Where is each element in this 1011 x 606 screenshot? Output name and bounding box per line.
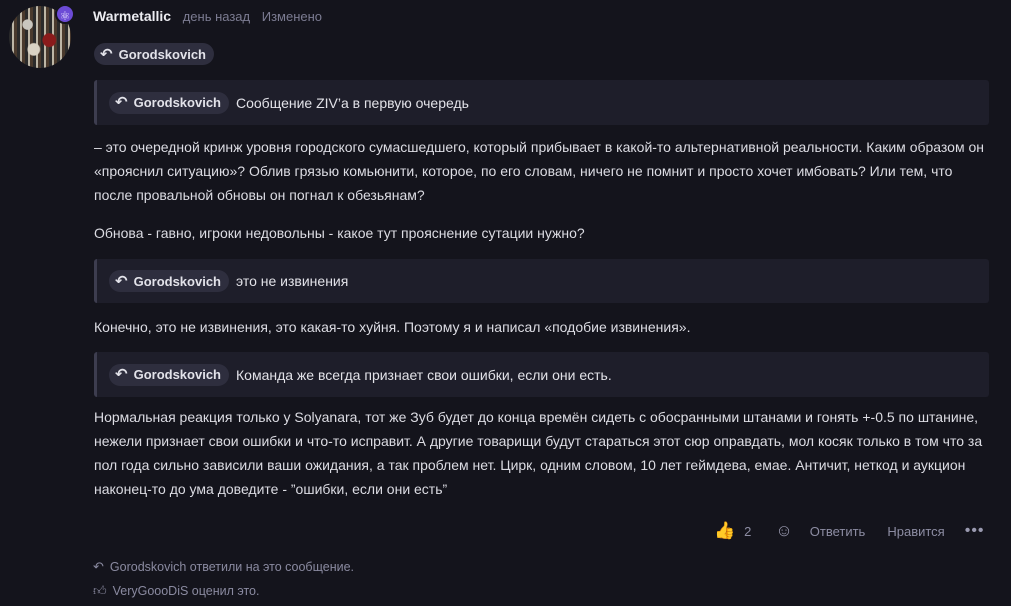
post-time[interactable]: день назад — [183, 9, 250, 24]
replied-notice-text: Gorodskovich ответили на это сообщение. — [109, 560, 354, 574]
post-header: Warmetallic день назад Изменено — [93, 8, 322, 24]
reply-arrow-icon: ↶ — [115, 272, 128, 290]
reply-to-name: Gorodskovich — [118, 46, 206, 62]
quote-block: ↶ Gorodskovich это не извинения — [94, 259, 989, 303]
post-paragraph: – это очередной кринж уровня городского … — [94, 139, 984, 203]
edited-label[interactable]: Изменено — [262, 9, 322, 24]
quote-block: ↶ Gorodskovich Команда же всегда признае… — [94, 352, 989, 397]
reply-arrow-icon: ↶ — [115, 366, 128, 383]
reply-arrow-icon: ↶ — [100, 45, 113, 63]
quote-block: ↶ Gorodskovich Сообщение ZIV’a в первую … — [94, 80, 989, 125]
reply-arrow-icon: ↶ — [115, 94, 128, 111]
quote-author: Gorodskovich — [133, 367, 221, 382]
post-actions: 👍 2 ☺ Ответить Нравится ••• — [714, 518, 985, 544]
reply-arrow-icon: ↶ — [93, 559, 104, 574]
post-paragraph: Нормальная реакция только у Solyanara, т… — [94, 409, 983, 497]
quote-text: Команда же всегда признает свои ошибки, … — [236, 366, 612, 383]
quote-author: Gorodskovich — [133, 95, 221, 110]
quote-author-chip[interactable]: ↶ Gorodskovich — [109, 363, 229, 386]
forum-post: ⚛ Warmetallic день назад Изменено ↶ Goro… — [0, 0, 1011, 606]
thumbs-up-outline-icon: 👍︎ — [93, 583, 107, 598]
atom-icon: ⚛ — [55, 4, 75, 24]
quote-author: Gorodskovich — [133, 273, 221, 289]
liked-notice-text: VeryGoooDiS оценил это. — [112, 584, 260, 598]
add-reaction-icon[interactable]: ☺ — [775, 521, 792, 541]
replied-notice[interactable]: ↶ Gorodskovich ответили на это сообщение… — [93, 559, 354, 575]
liked-notice[interactable]: 👍︎ VeryGoooDiS оценил это. — [93, 583, 260, 599]
post-paragraph: Обнова - гавно, игроки недовольны - како… — [94, 225, 585, 241]
reply-to-chip[interactable]: ↶ Gorodskovich — [94, 43, 214, 65]
quote-text: Сообщение ZIV’a в первую очередь — [236, 94, 469, 111]
like-button[interactable]: Нравится — [887, 524, 944, 539]
like-count[interactable]: 2 — [744, 524, 751, 539]
quote-text: это не извинения — [236, 273, 349, 289]
thumbs-up-icon[interactable]: 👍 — [714, 521, 735, 541]
post-paragraph: Конечно, это не извинения, это какая-то … — [94, 319, 691, 335]
quote-author-chip[interactable]: ↶ Gorodskovich — [109, 91, 229, 114]
author-name[interactable]: Warmetallic — [93, 8, 171, 24]
more-options-icon[interactable]: ••• — [965, 522, 985, 540]
reply-button[interactable]: Ответить — [810, 524, 866, 539]
author-avatar-wrap[interactable]: ⚛ — [9, 4, 75, 68]
quote-author-chip[interactable]: ↶ Gorodskovich — [109, 270, 229, 292]
